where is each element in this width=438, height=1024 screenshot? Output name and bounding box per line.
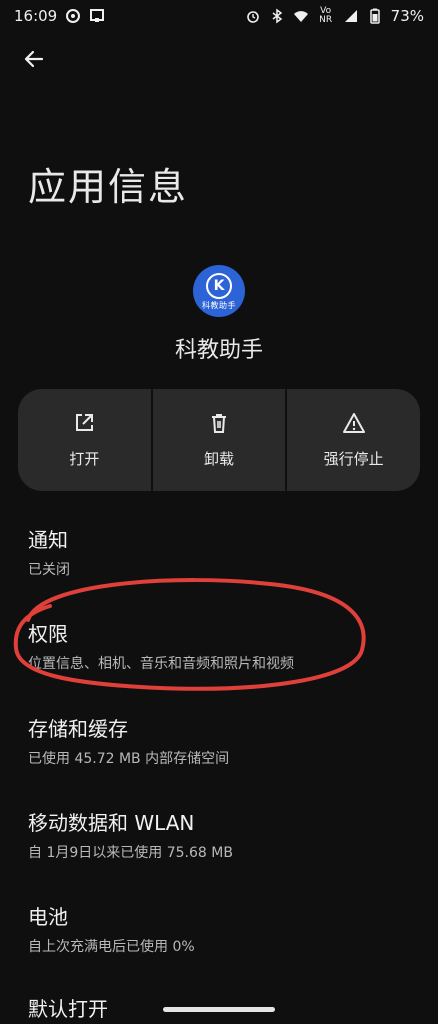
status-left: 16:09 [14, 7, 105, 25]
arrow-left-icon [22, 48, 44, 74]
gesture-nav-handle[interactable] [163, 1007, 275, 1012]
app-icon-mark: K [206, 273, 232, 299]
back-button[interactable] [18, 46, 48, 76]
alarm-icon [245, 8, 261, 24]
setting-subtitle: 位置信息、相机、音乐和音频和照片和视频 [28, 656, 294, 672]
storage-cache-setting[interactable]: 存储和缓存 已使用 45.72 MB 内部存储空间 [28, 713, 408, 768]
action-bar: 打开 卸载 强行停止 [18, 389, 420, 491]
permissions-setting[interactable]: 权限 位置信息、相机、音乐和音频和照片和视频 [28, 618, 408, 673]
battery-percent: 73% [390, 7, 424, 25]
open-button-label: 打开 [69, 449, 100, 468]
wifi-icon [293, 8, 309, 24]
mobile-data-wlan-setting[interactable]: 移动数据和 WLAN 自 1月9日以来已使用 75.68 MB [28, 807, 408, 862]
setting-title: 存储和缓存 [28, 717, 128, 741]
warning-icon [342, 412, 365, 438]
open-button[interactable]: 打开 [18, 389, 151, 491]
setting-subtitle: 已使用 45.72 MB 内部存储空间 [28, 751, 230, 767]
uninstall-button[interactable]: 卸载 [150, 389, 286, 491]
network-type-label: Vo NR [319, 6, 333, 25]
force-stop-button-label: 强行停止 [323, 449, 384, 468]
setting-subtitle: 已关闭 [28, 562, 70, 578]
app-icon-text: 科教助手 [202, 301, 236, 310]
status-time: 16:09 [14, 7, 58, 25]
notifications-setting[interactable]: 通知 已关闭 [28, 524, 408, 579]
page-title: 应用信息 [28, 165, 189, 209]
notification-app-icon [89, 8, 105, 24]
app-name: 科教助手 [174, 338, 263, 363]
battery-setting[interactable]: 电池 自上次充满电后已使用 0% [28, 901, 408, 956]
setting-title: 权限 [28, 622, 68, 646]
setting-title: 通知 [28, 528, 68, 552]
uninstall-button-label: 卸载 [204, 449, 235, 468]
signal-icon [343, 8, 359, 24]
setting-subtitle: 自上次充满电后已使用 0% [28, 939, 195, 955]
open-external-icon [73, 412, 95, 438]
data-saver-icon [65, 8, 81, 24]
trash-icon [208, 412, 230, 438]
app-icon: K 科教助手 [193, 265, 245, 317]
status-bar: 16:09 Vo NR 73% [0, 0, 438, 32]
bluetooth-icon [269, 8, 285, 24]
setting-title: 移动数据和 WLAN [28, 811, 195, 835]
setting-title: 电池 [28, 905, 68, 929]
force-stop-button[interactable]: 强行停止 [285, 389, 420, 491]
battery-icon [367, 8, 383, 24]
setting-subtitle: 自 1月9日以来已使用 75.68 MB [28, 845, 233, 861]
status-right: Vo NR 73% [245, 7, 424, 25]
